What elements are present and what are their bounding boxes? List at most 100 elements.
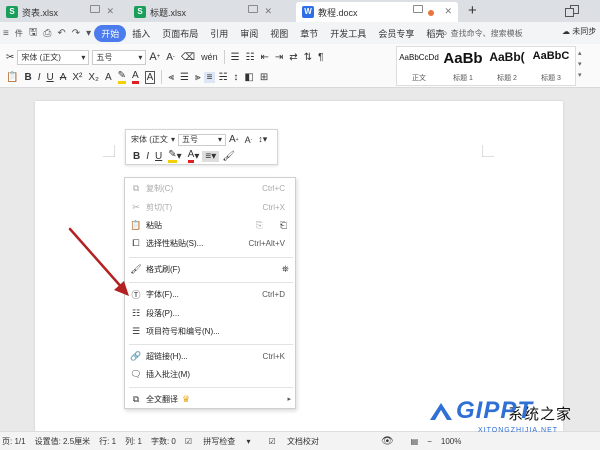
highlight-icon[interactable]: ✎ ▾ <box>165 149 184 163</box>
line-spacing-icon[interactable]: ↕▾ <box>255 134 270 145</box>
menu-item-hyperlink[interactable]: 🔗 超链接(H)... Ctrl+K <box>125 347 297 365</box>
menu-item-font[interactable]: Ⓣ 字体(F)... Ctrl+D <box>125 285 297 303</box>
menu-item-paragraph[interactable]: ☷ 段落(P)... <box>125 304 297 322</box>
eye-icon[interactable]: 👁 <box>381 436 394 447</box>
menu-item-paste-special[interactable]: ⧠ 选择性粘贴(S)... Ctrl+Alt+V <box>125 234 297 252</box>
spellcheck-toggle[interactable]: ☑ 拼写检查 ▾ <box>185 436 260 447</box>
save-icon[interactable]: 🖫 <box>26 25 41 42</box>
distributed-icon[interactable]: ☵ <box>215 72 230 83</box>
chinese-layout-icon[interactable]: ⇄ <box>286 52 300 63</box>
mini-size-select[interactable]: 五号 ▾ <box>178 133 226 146</box>
phonetic-icon[interactable]: wén <box>198 52 221 62</box>
scissors-icon[interactable]: ✂ <box>3 52 17 63</box>
menu-item-translate[interactable]: ⧉ 全文翻译 ♛ ▸ <box>125 390 297 408</box>
italic-icon[interactable]: I <box>35 72 44 83</box>
menu-view[interactable]: 视图 <box>264 27 294 40</box>
bold-icon[interactable]: B <box>21 72 34 83</box>
outdent-icon[interactable]: ⇤ <box>258 52 272 63</box>
close-icon[interactable]: ✕ <box>444 6 452 17</box>
bold-icon[interactable]: B <box>130 151 143 162</box>
mini-font-select[interactable]: 宋体 (正文 ▾ <box>130 133 176 146</box>
close-icon[interactable]: ✕ <box>264 6 272 17</box>
grow-font-icon[interactable]: A + <box>146 51 163 63</box>
borders-icon[interactable]: ⊞ <box>257 72 271 83</box>
document-page[interactable] <box>35 101 563 431</box>
proofread-button[interactable]: ☑ 文档校对 <box>269 436 328 447</box>
menu-member[interactable]: 会员专享 <box>372 27 420 40</box>
new-tab-button[interactable]: + <box>468 2 477 19</box>
sort-icon[interactable]: ⇅ <box>301 52 315 63</box>
menu-page-layout[interactable]: 页面布局 <box>156 27 204 40</box>
menu-item-bullets[interactable]: ☰ 项目符号和编号(N)... <box>125 322 297 340</box>
menu-item-comment[interactable]: 🗨 插入批注(M) <box>125 365 297 383</box>
style-normal[interactable]: AaBbCcDd 正文 <box>397 47 441 85</box>
styles-scroll[interactable]: ▴ ▾ ▾ <box>578 48 582 81</box>
menu-home[interactable]: 开始 <box>94 24 127 42</box>
menu-item-copy[interactable]: ⧉ 复制(C) Ctrl+C <box>125 179 297 197</box>
paste-keep-format-icon[interactable]: ⎘ <box>256 220 263 231</box>
align-right-icon[interactable]: ⫸ <box>192 72 204 83</box>
undo-icon[interactable]: ↶ <box>54 28 68 39</box>
line-spacing-icon[interactable]: ↕ <box>230 72 241 83</box>
align-center-icon[interactable]: ☰ <box>177 72 192 83</box>
text-effect-icon[interactable]: A <box>102 72 115 83</box>
font-family-select[interactable]: 宋体 (正文) ▾ <box>17 49 90 65</box>
format-options-icon[interactable]: ⛯ <box>282 264 289 275</box>
paste-icon[interactable]: 📋 <box>3 72 21 83</box>
command-search[interactable]: ⌕ 查找命令、搜索模板 <box>442 26 554 40</box>
chevron-up-icon[interactable]: ▴ <box>578 48 582 59</box>
close-icon[interactable]: ✕ <box>106 6 114 17</box>
expand-icon[interactable]: ▾ <box>578 70 582 81</box>
tab-document[interactable]: W 教程.docx ✕ <box>296 2 458 22</box>
highlight-icon[interactable]: ✎ <box>115 70 129 84</box>
font-color-icon[interactable]: A ▾ <box>185 149 203 163</box>
sync-status[interactable]: ☁ 未同步 <box>562 26 596 37</box>
numbering-icon[interactable]: ☷ <box>243 52 258 63</box>
style-heading-3[interactable]: AaBbC 标题 3 <box>529 47 573 85</box>
menu-hamburger-icon[interactable]: ≡ <box>0 28 12 39</box>
underline-icon[interactable]: U <box>43 72 56 83</box>
font-color-icon[interactable]: A <box>129 70 142 84</box>
menu-item-format-painter[interactable]: 🖌 格式刷(F) ⛯ <box>125 260 297 278</box>
justify-icon[interactable]: ≡ <box>203 71 216 83</box>
chevron-down-icon[interactable]: ▾ <box>83 28 94 39</box>
menu-developer[interactable]: 开发工具 <box>324 27 372 40</box>
menu-item-paste[interactable]: 📋 粘贴 ⎘ ⎗ <box>125 216 297 234</box>
menu-references[interactable]: 引用 <box>204 27 234 40</box>
bullets-icon[interactable]: ☰ <box>228 52 243 63</box>
italic-icon[interactable]: I <box>143 151 152 162</box>
print-icon[interactable]: ⎙ <box>40 28 54 39</box>
superscript-icon[interactable]: X² <box>69 72 85 83</box>
shading-icon[interactable]: ◧ <box>241 72 256 83</box>
redo-icon[interactable]: ↷ <box>69 28 83 39</box>
style-heading-2[interactable]: AaBb( 标题 2 <box>485 47 529 85</box>
justify-icon[interactable]: ≡▾ <box>202 150 220 162</box>
status-wordcount[interactable]: 字数: 0 <box>151 436 176 447</box>
page-view-icon[interactable]: ▤ <box>411 437 419 446</box>
shrink-font-icon[interactable]: A- <box>163 52 178 63</box>
paste-text-only-icon[interactable]: ⎗ <box>280 220 287 231</box>
menu-insert[interactable]: 插入 <box>126 27 156 40</box>
strikethrough-icon[interactable]: A <box>57 72 70 83</box>
char-border-icon[interactable]: A <box>142 70 159 84</box>
underline-icon[interactable]: U <box>152 151 165 162</box>
tab-spreadsheet-2[interactable]: S 标题.xlsx ✕ <box>128 2 278 22</box>
style-heading-1[interactable]: AaBb 标题 1 <box>441 47 485 85</box>
shrink-font-icon[interactable]: A- <box>242 135 256 145</box>
file-menu-label[interactable]: 件 <box>12 28 26 39</box>
tab-spreadsheet-1[interactable]: S 资表.xlsx ✕ <box>0 2 120 22</box>
font-size-select[interactable]: 五号 ▾ <box>92 49 147 65</box>
status-setting[interactable]: 设置值: 2.5厘米 <box>35 436 91 447</box>
align-left-icon[interactable]: ⫷ <box>165 72 177 83</box>
clear-format-icon[interactable]: ⌫ <box>178 52 198 63</box>
format-painter-icon[interactable]: 🖌 <box>219 151 238 162</box>
menu-chapter[interactable]: 章节 <box>294 27 324 40</box>
grow-font-icon[interactable]: A + <box>226 134 242 145</box>
indent-icon[interactable]: ⇥ <box>272 52 286 63</box>
chevron-down-icon[interactable]: ▾ <box>578 59 582 70</box>
menu-review[interactable]: 审阅 <box>234 27 264 40</box>
status-page[interactable]: 页: 1/1 <box>2 436 26 447</box>
show-marks-icon[interactable]: ¶ <box>315 52 326 63</box>
menu-item-cut[interactable]: ✂ 剪切(T) Ctrl+X <box>125 198 297 216</box>
subscript-icon[interactable]: X₂ <box>85 72 102 83</box>
